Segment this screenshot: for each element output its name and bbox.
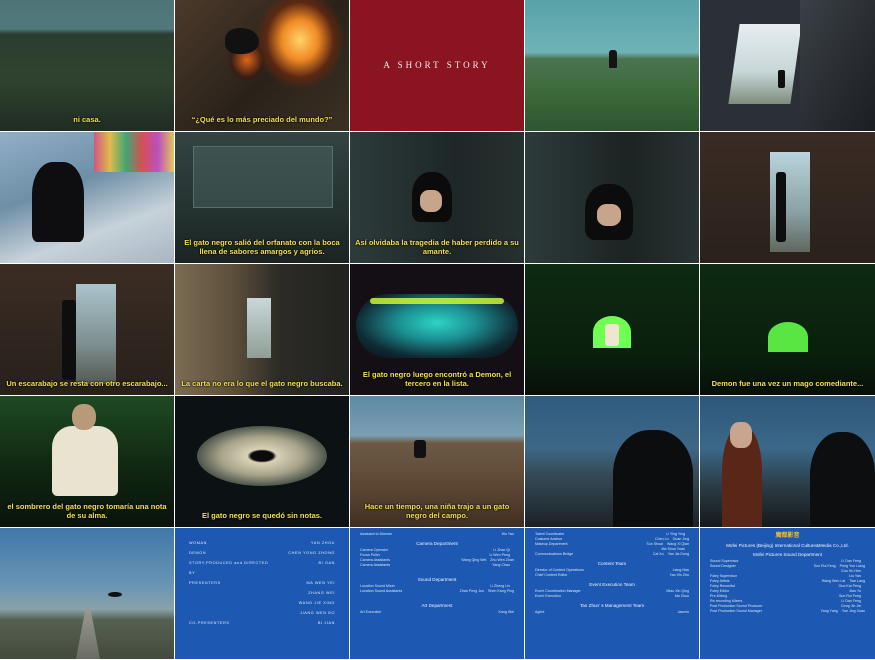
subtitle: ni casa. xyxy=(73,115,101,124)
credits-camera-sound: Assistant to Director Wu Yao Camera Depar… xyxy=(350,528,524,659)
title-card-text: A SHORT STORY xyxy=(383,60,491,70)
company-logo: 魔都影音 xyxy=(775,533,800,539)
credit-row: Event Execution Ma Zhuo xyxy=(535,594,689,598)
credits-sound-list: 魔都影音 Mofei Pictures (Beijing) Internatio… xyxy=(700,528,875,659)
content-heading: Content Team xyxy=(597,561,627,566)
frame-burning-ground: “¿Qué es lo más preciado del mundo?” xyxy=(175,0,349,131)
subtitle: “¿Qué es lo más preciado del mundo?” xyxy=(191,115,333,124)
credits-sound-dept: 魔都影音 Mofei Pictures (Beijing) Internatio… xyxy=(700,528,875,659)
frame-window-view xyxy=(700,0,875,131)
credit-row: CO-PRESENTERS BI JIAN xyxy=(189,621,335,625)
sound-heading: Sound Department xyxy=(417,577,457,582)
credit-row: JIANG WEN BO xyxy=(300,611,335,615)
credits-cast-list: WOMAN YAN ZHOU DEMON CHEN YONG ZHONG STORY,P… xyxy=(175,528,349,659)
frame-stained-glass-room xyxy=(0,132,174,263)
credit-row: DEMON CHEN YONG ZHONG xyxy=(189,551,335,555)
art-heading: Art Department xyxy=(421,603,453,608)
frame-cat-eye: El gato negro se quedó sin notas. xyxy=(175,396,349,527)
subtitle: Hace un tiempo, una niña trajo a un gato… xyxy=(364,502,510,520)
credit-row: Communications Bridge Cai Xu Yan Jia Dong xyxy=(535,552,689,556)
frame-green-stage-2: Demon fue una vez un mago comediante... xyxy=(700,264,875,395)
credit-row: WANG JIE XING xyxy=(298,601,335,605)
credits-content-list: Talent Coordinator Li Ying Ying Costume Ad… xyxy=(525,528,699,659)
credits-cast: WOMAN YAN ZHOU DEMON CHEN YONG ZHONG STORY,P… xyxy=(175,528,349,659)
subtitle: Así olvidaba la tragedia de haber perdid… xyxy=(355,238,519,256)
frame-road-silhouette xyxy=(525,396,699,527)
camera-heading: Camera Department xyxy=(416,541,458,546)
credit-row: Chief Content Editor Yao Xin Zhu xyxy=(535,573,689,577)
frame-magician-closeup: el sombrero del gato negro tomaría una n… xyxy=(0,396,174,527)
mgmt-heading: Tan Zhuo’ s Management Team xyxy=(579,603,645,608)
frame-title-card: A SHORT STORY xyxy=(350,0,524,131)
credit-row: ZHANG WEI xyxy=(308,591,335,595)
subtitle: Demon fue una vez un mago comediante... xyxy=(711,379,864,388)
subtitle: El gato negro luego encontró a Demon, el… xyxy=(362,370,512,388)
credit-row: PRESENTERS MA WEN YEI xyxy=(189,581,335,585)
credit-row: Agent Jasmin xyxy=(535,610,689,614)
storyboard-grid: ni casa. “¿Qué es lo más preciado del mu… xyxy=(0,0,875,660)
subtitle: Un escarabajo se resta con otro escaraba… xyxy=(6,379,168,388)
frame-lone-figure-field xyxy=(525,0,699,131)
credit-row: WOMAN YAN ZHOU xyxy=(189,541,335,545)
frame-green-stage-1 xyxy=(525,264,699,395)
credits-camera-sound-list: Assistant to Director Wu Yao Camera Depar… xyxy=(360,532,514,614)
frame-train-door-figure: Un escarabajo se resta con otro escaraba… xyxy=(0,264,174,395)
credit-row: Post Production Sound Manager Yang Yang Yu… xyxy=(710,609,865,613)
subtitle: el sombrero del gato negro tomaría una n… xyxy=(7,502,167,520)
frame-woman-road-night xyxy=(700,396,875,527)
subtitle: La carta no era lo que el gato negro bus… xyxy=(181,379,343,388)
frame-woman-train-1: Así olvidaba la tragedia de haber perdid… xyxy=(350,132,524,263)
credits-content-team: Talent Coordinator Li Ying Ying Costume Ad… xyxy=(525,528,699,659)
event-heading: Event Execution Team xyxy=(589,582,635,587)
frame-field-dusk: ni casa. xyxy=(0,0,174,131)
dept-name: Mofei Pictures Sound Department xyxy=(753,552,822,557)
frame-figure-in-field: Hace un tiempo, una niña trajo a un gato… xyxy=(350,396,524,527)
subtitle: El gato negro se quedó sin notas. xyxy=(201,511,322,520)
frame-bird-over-road xyxy=(0,528,174,659)
company-name: Mofei Pictures (Beijing) International C… xyxy=(726,543,849,548)
frame-woman-eating xyxy=(525,132,699,263)
subtitle: El gato negro salió del orfanato con la … xyxy=(184,238,340,256)
credit-row: Camera Assistants Yang Chao xyxy=(360,563,510,567)
frame-hay-corridor: La carta no era lo que el gato negro bus… xyxy=(175,264,349,395)
frame-train-door-open xyxy=(700,132,875,263)
credit-row: Location Sound Assistants Zhao Peng Jun Sh… xyxy=(360,589,514,593)
credit-row: Art Executive Kang Wei xyxy=(360,610,514,614)
frame-neon-car: El gato negro luego encontró a Demon, el… xyxy=(350,264,524,395)
frame-train-car-dim: El gato negro salió del orfanato con la … xyxy=(175,132,349,263)
credit-row: STORY,PRODUCED and DIRECTED BY BI GAN xyxy=(189,561,335,575)
